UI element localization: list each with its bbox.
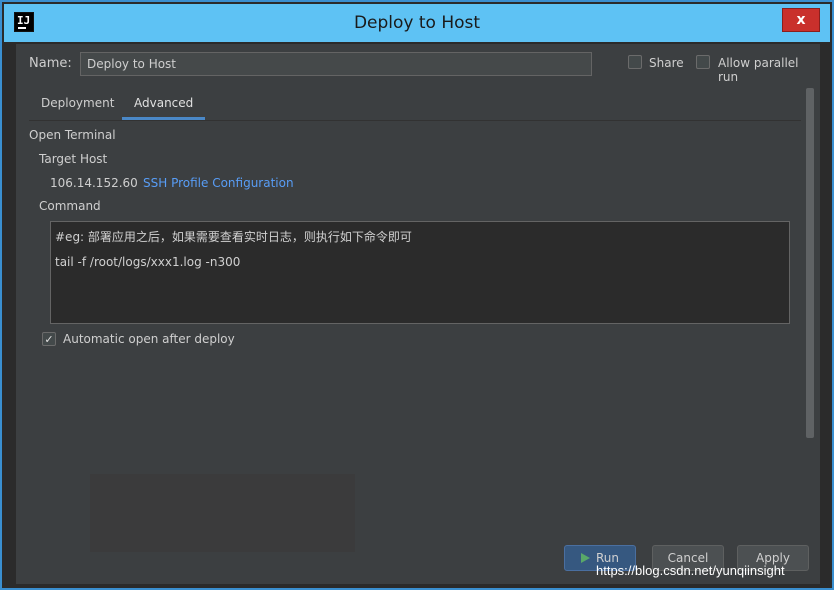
- command-line: tail -f /root/logs/xxx1.log -n300: [55, 255, 241, 269]
- tab-bar: Deployment Advanced: [29, 90, 801, 121]
- vertical-scrollbar[interactable]: [806, 88, 814, 438]
- dialog-window: IJ Deploy to Host x Name: Deploy to Host…: [0, 0, 834, 590]
- name-input[interactable]: Deploy to Host: [80, 52, 592, 76]
- command-heading: Command: [39, 199, 101, 213]
- share-checkbox[interactable]: [628, 55, 642, 69]
- allow-parallel-label[interactable]: Allow parallel run: [718, 56, 820, 84]
- blurred-region: [90, 474, 355, 552]
- command-textarea[interactable]: #eg: 部署应用之后，如果需要查看实时日志，则执行如下命令即可 tail -f…: [50, 221, 790, 324]
- close-button[interactable]: x: [782, 8, 820, 32]
- target-host-heading: Target Host: [39, 152, 108, 166]
- allow-parallel-checkbox[interactable]: [696, 55, 710, 69]
- auto-open-checkbox[interactable]: ✓: [42, 332, 56, 346]
- command-line: #eg: 部署应用之后，如果需要查看实时日志，则执行如下命令即可: [55, 230, 412, 244]
- share-label[interactable]: Share: [649, 56, 684, 70]
- host-ip-value: 106.14.152.60: [50, 176, 138, 190]
- auto-open-label[interactable]: Automatic open after deploy: [63, 332, 235, 346]
- tab-advanced[interactable]: Advanced: [122, 90, 206, 120]
- watermark-text: https://blog.csdn.net/yunqiinsight: [596, 563, 785, 578]
- tab-deployment[interactable]: Deployment: [29, 90, 126, 120]
- ssh-profile-link[interactable]: SSH Profile Configuration: [143, 176, 294, 190]
- dialog-title: Deploy to Host: [353, 13, 481, 33]
- run-play-icon: [580, 553, 590, 563]
- open-terminal-heading: Open Terminal: [29, 128, 116, 142]
- title-bar: IJ Deploy to Host x: [4, 4, 830, 42]
- name-label: Name:: [29, 56, 72, 71]
- dialog-content: Name: Deploy to Host Share Allow paralle…: [16, 44, 820, 584]
